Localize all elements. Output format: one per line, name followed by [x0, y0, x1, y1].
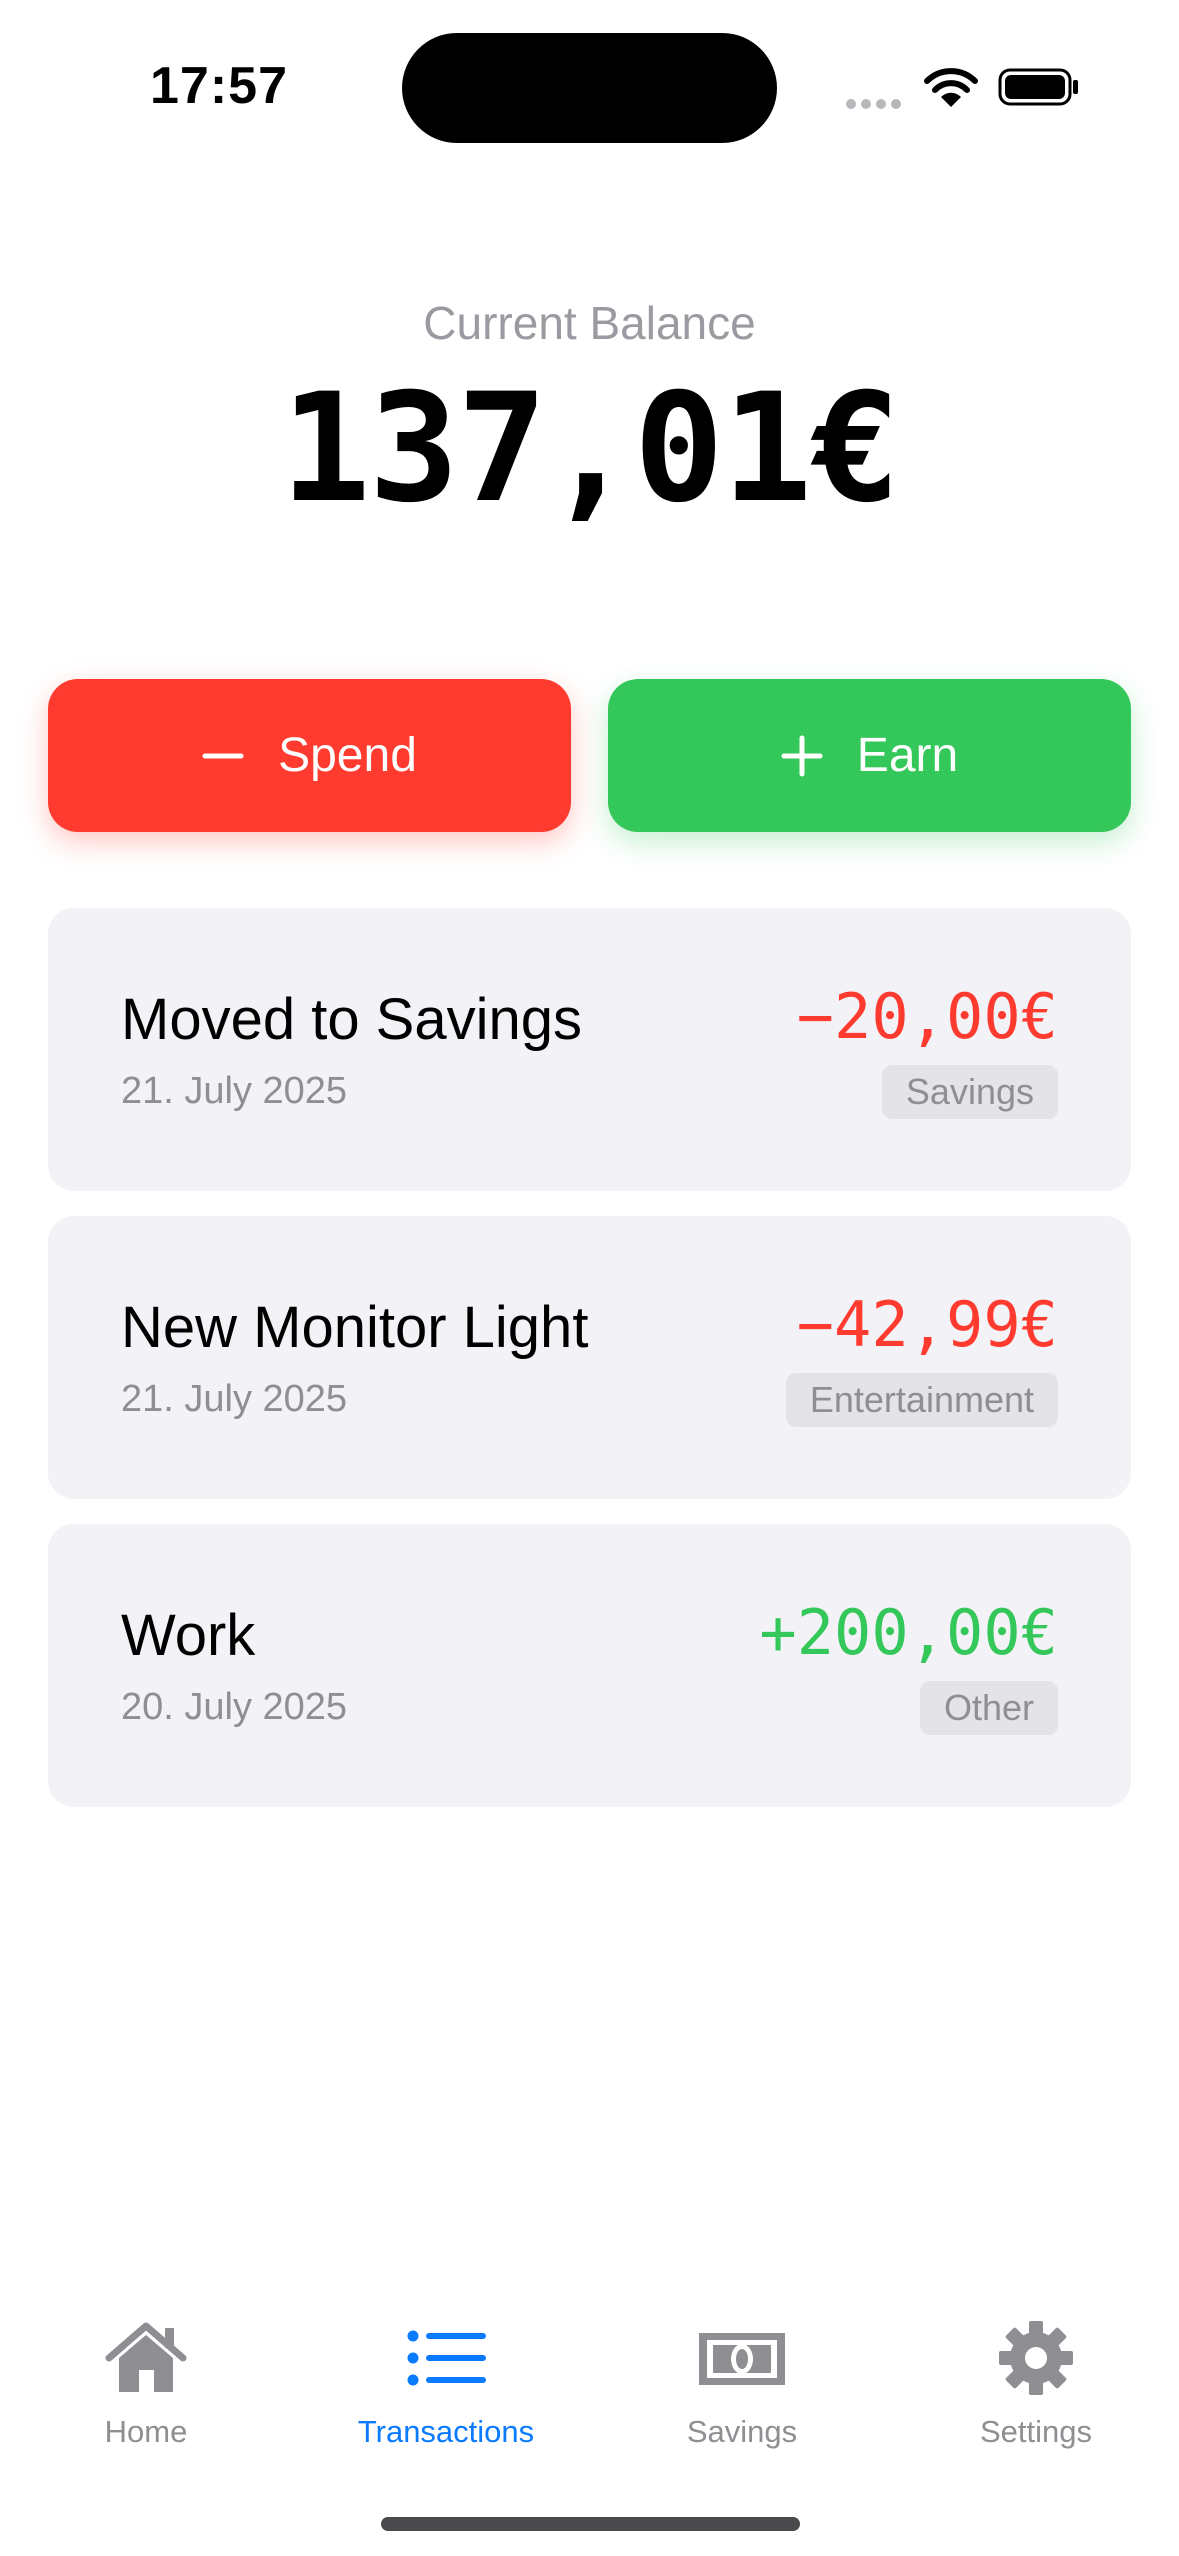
transaction-amount: −42,99€ — [796, 1288, 1058, 1361]
transaction-title: Work — [121, 1603, 256, 1668]
status-time: 17:57 — [150, 57, 288, 115]
balance-label: Current Balance — [423, 297, 756, 349]
tab-settings-label: Settings — [979, 2414, 1092, 2449]
transaction-amount: −20,00€ — [796, 980, 1058, 1053]
battery-icon — [998, 68, 1078, 106]
transaction-title: Moved to Savings — [121, 987, 583, 1052]
earn-button-label: Earn — [856, 729, 959, 782]
transaction-date: 21. July 2025 — [121, 1070, 348, 1112]
transaction-card[interactable]: Work 20. July 2025 +200,00€ Other — [48, 1524, 1131, 1807]
transaction-card[interactable]: Moved to Savings 21. July 2025 −20,00€ S… — [48, 908, 1131, 1191]
transactions-screen: 17:57 Current Balance 137,01€ Spend Earn… — [0, 0, 1179, 2556]
tab-home[interactable]: Home — [16, 2318, 276, 2450]
transaction-category-badge: Other — [919, 1681, 1058, 1735]
cellular-signal-icon — [846, 96, 906, 109]
transaction-title: New Monitor Light — [121, 1295, 589, 1360]
tab-savings-label: Savings — [686, 2414, 798, 2449]
house-icon — [105, 2322, 187, 2392]
transaction-date: 21. July 2025 — [121, 1378, 348, 1420]
banknote-icon — [699, 2333, 785, 2385]
spend-button[interactable]: Spend — [48, 679, 571, 832]
tab-savings[interactable]: Savings — [612, 2318, 872, 2450]
home-indicator[interactable] — [381, 2517, 800, 2531]
dynamic-island — [402, 33, 777, 143]
spend-button-label: Spend — [278, 729, 417, 782]
tab-home-label: Home — [104, 2414, 188, 2449]
minus-icon — [202, 753, 244, 758]
earn-button[interactable]: Earn — [608, 679, 1131, 832]
transaction-date: 20. July 2025 — [121, 1686, 348, 1728]
plus-icon — [781, 735, 823, 776]
wifi-icon — [924, 68, 978, 107]
transaction-category-badge: Savings — [881, 1065, 1058, 1119]
list-icon — [407, 2330, 486, 2386]
gear-icon — [999, 2321, 1073, 2395]
tab-transactions[interactable]: Transactions — [316, 2318, 576, 2450]
transaction-category-badge: Entertainment — [785, 1373, 1058, 1427]
transaction-card[interactable]: New Monitor Light 21. July 2025 −42,99€ … — [48, 1216, 1131, 1499]
tab-settings[interactable]: Settings — [906, 2318, 1166, 2450]
transaction-amount: +200,00€ — [759, 1596, 1058, 1669]
tab-transactions-label: Transactions — [357, 2414, 535, 2449]
balance-value: 137,01€ — [280, 362, 900, 536]
